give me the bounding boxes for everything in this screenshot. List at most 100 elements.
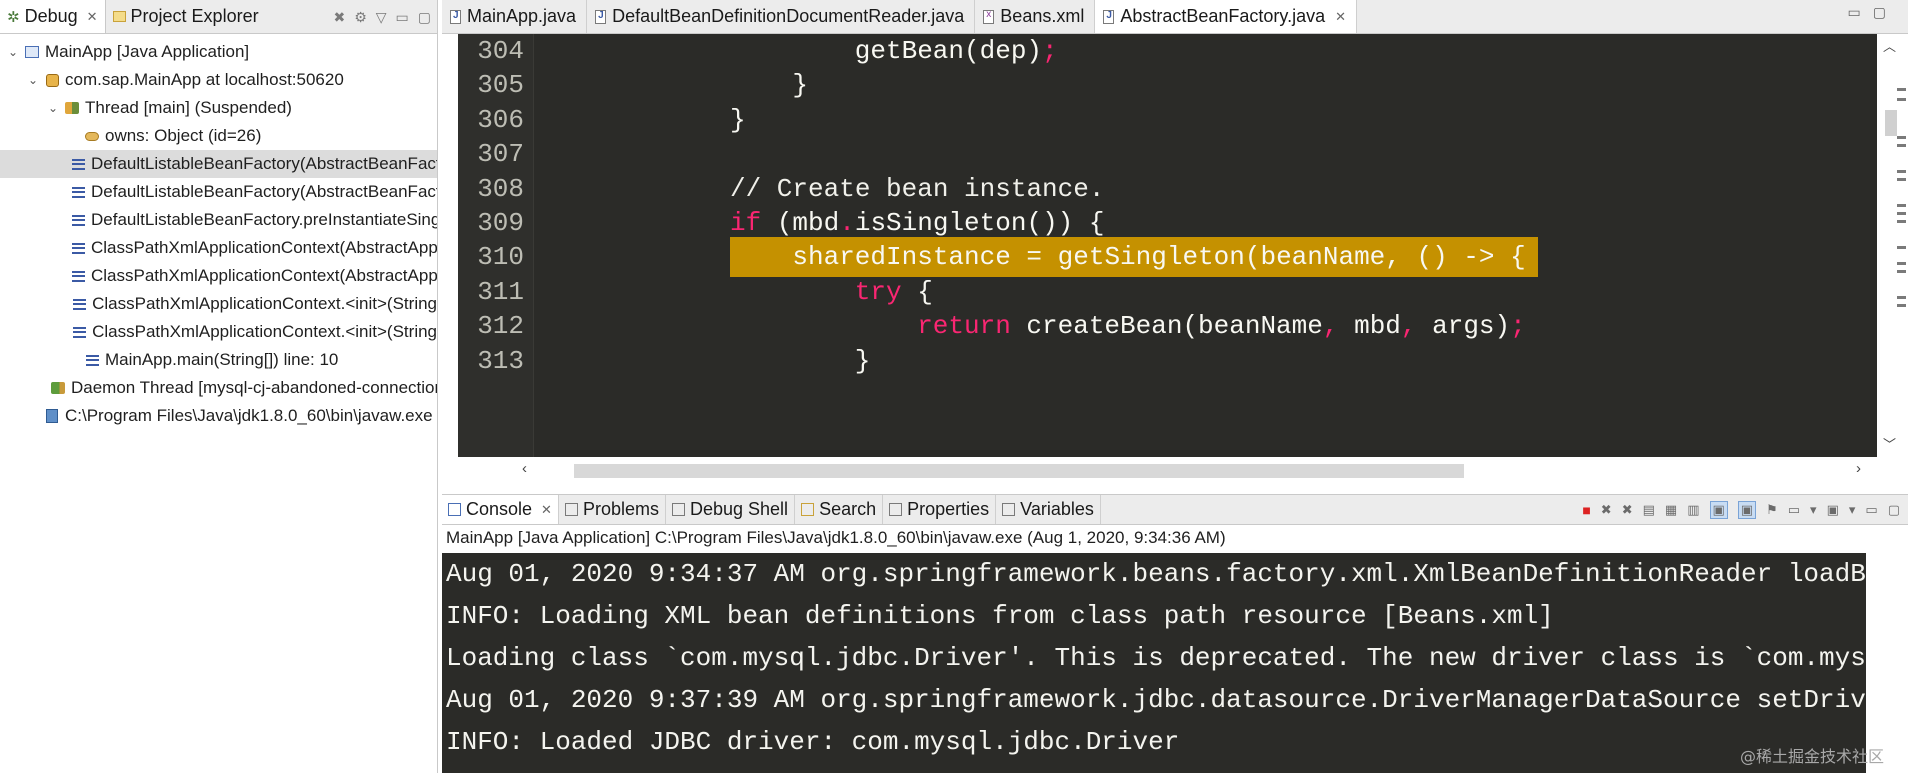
tree-item-label: C:\Program Files\Java\jdk1.8.0_60\bin\ja…: [65, 406, 433, 425]
tree-item[interactable]: ⌄ Thread [main] (Suspended): [0, 94, 437, 122]
ruler-mark[interactable]: [1897, 170, 1906, 173]
remove-all-icon[interactable]: ✖: [1622, 502, 1633, 518]
ruler-mark[interactable]: [1897, 98, 1906, 101]
console-output[interactable]: Aug 01, 2020 9:34:37 AM org.springframew…: [442, 553, 1866, 773]
terminate-icon[interactable]: ■: [1582, 502, 1590, 518]
ruler-mark[interactable]: [1897, 144, 1906, 147]
debug-target-icon-glyph: [45, 73, 59, 87]
tree-item[interactable]: ClassPathXmlApplicationContext(AbstractA…: [0, 234, 437, 262]
ruler-mark[interactable]: [1897, 88, 1906, 91]
stack-frame-icon: [70, 156, 86, 172]
close-icon[interactable]: ✕: [541, 502, 552, 518]
editor-tab[interactable]: MainApp.java: [442, 0, 588, 33]
tree-item[interactable]: ⌄ MainApp [Java Application]: [0, 38, 437, 66]
pin-console-icon[interactable]: ⚑: [1766, 502, 1778, 518]
console-tab-label: Problems: [582, 499, 659, 519]
console-line: INFO: Loaded JDBC driver: com.mysql.jdbc…: [446, 727, 1180, 757]
close-icon[interactable]: ✕: [87, 9, 98, 25]
ruler-mark[interactable]: [1897, 178, 1906, 181]
tree-item[interactable]: MainApp.main(String[]) line: 10: [0, 346, 437, 374]
editor-tab-label: AbstractBeanFactory.java: [1120, 6, 1326, 26]
minimize-icon[interactable]: ▭: [1848, 4, 1861, 21]
ruler-mark[interactable]: [1897, 270, 1906, 273]
thread-suspended-icon-glyph: [65, 102, 79, 114]
editor-tab[interactable]: DefaultBeanDefinitionDocumentReader.java: [587, 0, 976, 33]
daemon-thread-icon: [50, 380, 66, 396]
view-menu-icon[interactable]: ▽: [376, 9, 387, 26]
dropdown-arrow-icon[interactable]: ▾: [1810, 502, 1817, 518]
tab-debug[interactable]: ✲ Debug ✕: [0, 0, 106, 33]
dropdown-arrow-icon[interactable]: ▾: [1849, 502, 1856, 518]
tree-item[interactable]: ClassPathXmlApplicationContext(AbstractA…: [0, 262, 437, 290]
show-on-stdout-icon[interactable]: ▣: [1709, 501, 1728, 519]
ruler-mark[interactable]: [1897, 204, 1906, 207]
maximize-icon[interactable]: ▢: [1873, 4, 1886, 21]
ruler-mark[interactable]: [1897, 136, 1906, 139]
editor-horizontal-scrollbar[interactable]: ‹ ›: [458, 458, 1877, 484]
remove-all-terminated-icon[interactable]: ✖: [333, 9, 345, 26]
tree-item-label: DefaultListableBeanFactory(AbstractBeanF…: [91, 182, 437, 201]
expand-toggle-icon[interactable]: ⌄: [6, 45, 20, 59]
ruler-mark[interactable]: [1897, 246, 1906, 249]
console-area: Console ✕ Problems Debug Shell Search Propert…: [442, 494, 1908, 773]
minimize-icon[interactable]: ▭: [1865, 502, 1877, 518]
maximize-icon[interactable]: ▢: [1888, 502, 1900, 518]
tab-debug-shell[interactable]: Debug Shell: [666, 495, 796, 524]
ruler-mark[interactable]: [1897, 262, 1906, 265]
console-tab-label: Variables: [1020, 499, 1094, 519]
console-tab-label: Console: [466, 499, 533, 519]
ruler-mark[interactable]: [1897, 304, 1906, 307]
close-icon[interactable]: ✕: [1335, 9, 1346, 25]
word-wrap-icon[interactable]: ▥: [1687, 502, 1699, 518]
console-vertical-scrollbar[interactable]: [1866, 553, 1888, 773]
display-console-icon[interactable]: ▭: [1788, 502, 1800, 518]
tree-item[interactable]: ⌄ com.sap.MainApp at localhost:50620: [0, 66, 437, 94]
maximize-icon[interactable]: ▢: [418, 9, 431, 26]
tab-console[interactable]: Console ✕: [442, 495, 559, 524]
debug-bug-icon: ✲: [7, 8, 20, 26]
expand-toggle-icon[interactable]: ⌄: [46, 101, 60, 115]
tree-item[interactable]: ClassPathXmlApplicationContext.<init>(St…: [0, 318, 437, 346]
editor-tab[interactable]: AbstractBeanFactory.java ✕: [1095, 0, 1358, 33]
tab-properties[interactable]: Properties: [883, 495, 997, 524]
tab-variables[interactable]: Variables: [996, 495, 1101, 524]
open-console-icon[interactable]: ▣: [1827, 502, 1839, 518]
debug-tree: ⌄ MainApp [Java Application] ⌄ com.sap.Main…: [0, 34, 437, 430]
console-toolbar: ■ ✖ ✖ ▤ ▦ ▥ ▣ ▣ ⚑ ▭ ▾ ▣ ▾ ▭ ▢: [1582, 495, 1900, 525]
code-line[interactable]: 313}: [458, 340, 1877, 382]
scroll-left-icon[interactable]: ‹: [522, 460, 527, 477]
ruler-mark[interactable]: [1897, 296, 1906, 299]
tree-item[interactable]: DefaultListableBeanFactory(AbstractBeanF…: [0, 178, 437, 206]
scroll-right-icon[interactable]: ›: [1856, 460, 1861, 477]
code-editor[interactable]: 304 getBean(dep); 305} 306} 307 308// Create …: [458, 34, 1877, 457]
debug-actions-icon[interactable]: ⚙: [354, 9, 367, 26]
stack-frame-icon: [71, 296, 87, 312]
editor-tab-label: Beans.xml: [1000, 6, 1085, 26]
code-token: }: [792, 70, 808, 101]
tree-item[interactable]: DefaultListableBeanFactory(AbstractBeanF…: [0, 150, 437, 178]
tree-item[interactable]: ClassPathXmlApplicationContext.<init>(St…: [0, 290, 437, 318]
tree-item[interactable]: Daemon Thread [mysql-cj-abandoned-connec…: [0, 374, 437, 402]
ruler-mark[interactable]: [1897, 212, 1906, 215]
console-process-label: MainApp [Java Application] C:\Program Fi…: [446, 528, 1226, 547]
expand-toggle-icon[interactable]: ⌄: [26, 73, 40, 87]
tree-item[interactable]: owns: Object (id=26): [0, 122, 437, 150]
editor-tab[interactable]: Beans.xml: [975, 0, 1096, 33]
tree-item[interactable]: C:\Program Files\Java\jdk1.8.0_60\bin\ja…: [0, 402, 437, 430]
editor-tab-label: MainApp.java: [467, 6, 577, 26]
show-on-stderr-icon[interactable]: ▣: [1737, 501, 1757, 519]
scroll-thumb[interactable]: [574, 464, 1464, 478]
scroll-lock-icon[interactable]: ▦: [1665, 502, 1677, 518]
console-tab-label: Debug Shell: [689, 499, 789, 519]
clear-console-icon[interactable]: ▤: [1643, 502, 1655, 518]
code-keyword: return: [917, 311, 1011, 342]
ruler-mark[interactable]: [1897, 220, 1906, 223]
minimize-icon[interactable]: ▭: [396, 9, 409, 26]
tree-item[interactable]: DefaultListableBeanFactory.preInstantiat…: [0, 206, 437, 234]
overview-ruler[interactable]: [1894, 34, 1908, 457]
debug-shell-icon: [671, 503, 685, 516]
tab-problems[interactable]: Problems: [559, 495, 666, 524]
tab-search[interactable]: Search: [795, 495, 884, 524]
remove-launch-icon[interactable]: ✖: [1601, 502, 1612, 518]
tab-project-explorer[interactable]: Project Explorer: [106, 0, 266, 33]
